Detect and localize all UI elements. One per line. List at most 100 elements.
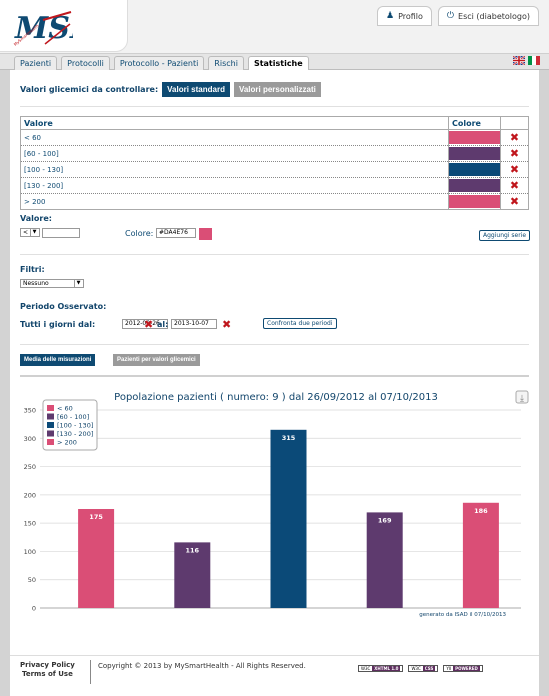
legend-swatch[interactable] [47, 405, 54, 411]
y-tick-label: 350 [24, 407, 36, 415]
row-color-swatch [449, 131, 500, 144]
patients-button[interactable]: Pazienti per valori glicemici [113, 354, 200, 366]
uk-flag-icon[interactable] [513, 56, 525, 65]
bar-value-label: 315 [282, 434, 296, 442]
logo-tab: MSH MySmartHealth [0, 0, 128, 52]
chart-title: Popolazione pazienti ( numero: 9 ) dal 2… [114, 392, 438, 403]
logout-link[interactable]: ⏻ Esci (diabetologo) [437, 6, 539, 26]
compare-periods-button[interactable]: Confronta due periodi [263, 318, 337, 329]
power-icon: ⏻ [446, 11, 455, 21]
tab-rischi[interactable]: Rischi [208, 56, 244, 70]
statistics-panel: Valori glicemici da controllare: Valori … [10, 70, 539, 655]
period-label: Periodo Osservato: [20, 302, 107, 311]
value-range: [130 - 200] [20, 177, 449, 194]
operator-select[interactable]: < ▼ [20, 228, 40, 237]
value-label: Valore: [20, 214, 52, 223]
italy-flag-icon[interactable] [528, 56, 540, 65]
tab-protocolli[interactable]: Protocolli [61, 56, 110, 70]
legend-swatch[interactable] [47, 413, 54, 420]
tab-protocollo-pazienti[interactable]: Protocollo - Pazienti [113, 56, 205, 70]
bar-value-label: 169 [378, 516, 392, 524]
y-tick-label: 250 [24, 463, 36, 471]
badge-left: YII [446, 666, 452, 671]
filter-select[interactable]: Nessuno ▼ [20, 279, 84, 288]
legend-label[interactable]: > 200 [57, 439, 77, 447]
row-color-cell [448, 129, 501, 146]
legend-swatch[interactable] [47, 422, 54, 428]
clear-to-icon[interactable]: ✖ [222, 319, 231, 330]
badge-left: W3C [411, 666, 421, 671]
color-label: Colore: [125, 229, 154, 238]
logout-label: Esci (diabetologo) [458, 11, 530, 21]
msh-logo[interactable]: MSH MySmartHealth [13, 8, 73, 48]
divider [20, 344, 529, 345]
delete-icon[interactable]: ✖ [500, 177, 529, 194]
terms-of-use-link[interactable]: Terms of Use [20, 670, 75, 679]
badge-left: W3C [361, 666, 371, 671]
profile-label: Profilo [398, 11, 423, 21]
badge-right: XHTML 1.0 [372, 666, 401, 671]
value-row: < 60 ✖ [20, 129, 529, 146]
footer-divider [90, 660, 91, 684]
value-row: [100 - 130] ✖ [20, 161, 529, 178]
averages-button[interactable]: Media delle misurazioni [20, 354, 96, 366]
color-swatch[interactable] [199, 228, 212, 240]
privacy-policy-link[interactable]: Privacy Policy [20, 661, 75, 670]
validator-badge[interactable]: YII POWERED [443, 665, 483, 672]
dropdown-arrow-icon: ▼ [74, 280, 82, 287]
add-series-button[interactable]: Aggiungi serie [479, 230, 531, 241]
operator-value: < [23, 229, 29, 236]
delete-icon[interactable]: ✖ [500, 193, 529, 210]
legend-swatch[interactable] [47, 439, 54, 445]
dropdown-arrow-icon: ▼ [30, 229, 38, 236]
copyright: Copyright © 2013 by MySmartHealth - All … [98, 662, 306, 670]
standard-values-button[interactable]: Valori standard [162, 82, 230, 97]
custom-values-button[interactable]: Valori personalizzati [233, 82, 321, 97]
chart-credit: generato da ISAD il 07/10/2013 [419, 612, 506, 618]
row-color-swatch [449, 195, 500, 208]
all-days-label: Tutti i giorni dal: [20, 320, 96, 329]
divider [20, 254, 529, 255]
color-header: Colore [448, 116, 501, 130]
divider [20, 106, 529, 107]
tab-statistiche[interactable]: Statistiche [247, 56, 309, 70]
legend-label[interactable]: [130 - 200] [57, 430, 93, 438]
actions-header [500, 116, 529, 130]
download-icon: ⤓ [520, 394, 524, 404]
color-input[interactable]: #DA4E76 [156, 228, 196, 238]
legend-label[interactable]: < 60 [57, 405, 73, 413]
delete-icon[interactable]: ✖ [500, 129, 529, 146]
legend-swatch[interactable] [47, 430, 54, 437]
bar[interactable] [462, 502, 499, 608]
value-range: [100 - 130] [20, 161, 449, 178]
tab-pazienti[interactable]: Pazienti [14, 56, 58, 70]
row-color-swatch [449, 163, 500, 176]
bar[interactable] [366, 512, 403, 608]
row-color-swatch [449, 147, 500, 160]
y-tick-label: 100 [24, 548, 36, 556]
value-row: > 200 ✖ [20, 193, 529, 210]
values-table: Valore Colore < 60 ✖ [60 - 100] ✖ [100 - 130… [20, 116, 529, 210]
badge-right: CSS [422, 666, 436, 671]
row-color-cell [448, 177, 501, 194]
delete-icon[interactable]: ✖ [500, 161, 529, 178]
row-color-swatch [449, 179, 500, 192]
legend-label[interactable]: [60 - 100] [57, 413, 89, 421]
date-to-input[interactable]: 2013-10-07 [171, 319, 217, 329]
filters-label: Filtri: [20, 265, 45, 274]
validator-badge[interactable]: W3C XHTML 1.0 [358, 665, 404, 672]
clear-from-icon[interactable]: ✖ [144, 319, 153, 330]
value-header: Valore [20, 116, 449, 130]
value-range: [60 - 100] [20, 145, 449, 162]
y-tick-label: 150 [24, 520, 36, 528]
value-input[interactable] [42, 228, 80, 238]
footer: Privacy Policy Terms of Use Copyright © … [10, 655, 539, 696]
profile-link[interactable]: ♟ Profilo [376, 6, 432, 26]
bar[interactable] [270, 429, 307, 608]
bar[interactable] [78, 509, 115, 608]
legend-label[interactable]: [100 - 130] [57, 422, 93, 430]
delete-icon[interactable]: ✖ [500, 145, 529, 162]
value-range: < 60 [20, 129, 449, 146]
value-row: [130 - 200] ✖ [20, 177, 529, 194]
validator-badge[interactable]: W3C CSS [408, 665, 439, 672]
